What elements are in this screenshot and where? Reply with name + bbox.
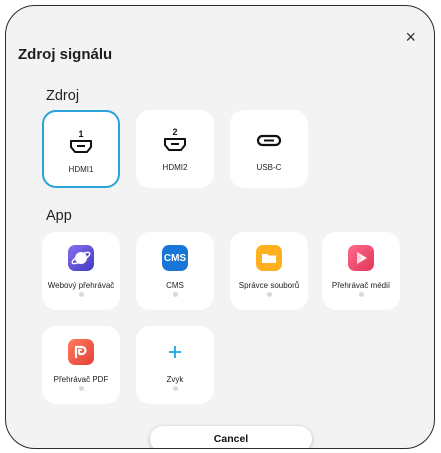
cms-icon: CMS (162, 245, 188, 271)
hdmi-1-icon: 1 (66, 127, 96, 157)
source-label: USB-C (256, 163, 282, 172)
app-label: CMS (166, 281, 184, 290)
indicator-dot (266, 292, 272, 297)
indicator-dot (78, 292, 84, 297)
app-tile-cms[interactable]: CMS CMS (136, 232, 214, 310)
web-player-icon (68, 245, 94, 271)
app-label: Zvyk (166, 375, 184, 384)
source-tile-hdmi1[interactable]: 1 HDMI1 (42, 110, 120, 188)
add-icon (162, 339, 188, 365)
app-label: Přehrávač PDF (53, 375, 109, 384)
indicator-dot (172, 292, 178, 297)
indicator-dot (172, 386, 178, 391)
source-tile-hdmi2[interactable]: 2 HDMI2 (136, 110, 214, 188)
signal-source-dialog: Zdroj signálu × Zdroj 1 HDMI1 2 HDMI2 US… (5, 5, 435, 449)
hdmi-2-icon: 2 (160, 125, 190, 155)
app-tile-file-manager[interactable]: Správce souborů (230, 232, 308, 310)
source-label: HDMI2 (162, 163, 188, 172)
indicator-dot (78, 386, 84, 391)
source-tile-usbc[interactable]: USB-C (230, 110, 308, 188)
usb-c-icon (254, 125, 284, 155)
close-icon[interactable]: × (405, 28, 416, 46)
app-tile-web-player[interactable]: Webový přehrávač (42, 232, 120, 310)
app-tile-media-player[interactable]: Přehrávač médií (322, 232, 400, 310)
indicator-dot (358, 292, 364, 297)
file-manager-icon (256, 245, 282, 271)
app-tile-custom[interactable]: Zvyk (136, 326, 214, 404)
cancel-button[interactable]: Cancel (150, 426, 312, 448)
section-apps-heading: App (46, 208, 72, 224)
pdf-player-icon (68, 339, 94, 365)
source-label: HDMI1 (68, 165, 94, 174)
dialog-title: Zdroj signálu (18, 46, 113, 63)
svg-text:2: 2 (172, 127, 177, 137)
section-sources-heading: Zdroj (46, 88, 80, 104)
svg-text:1: 1 (78, 129, 83, 139)
app-label: Webový přehrávač (47, 281, 115, 290)
media-player-icon (348, 245, 374, 271)
app-tile-pdf-player[interactable]: Přehrávač PDF (42, 326, 120, 404)
app-label: Správce souborů (238, 281, 300, 290)
app-label: Přehrávač médií (331, 281, 391, 290)
